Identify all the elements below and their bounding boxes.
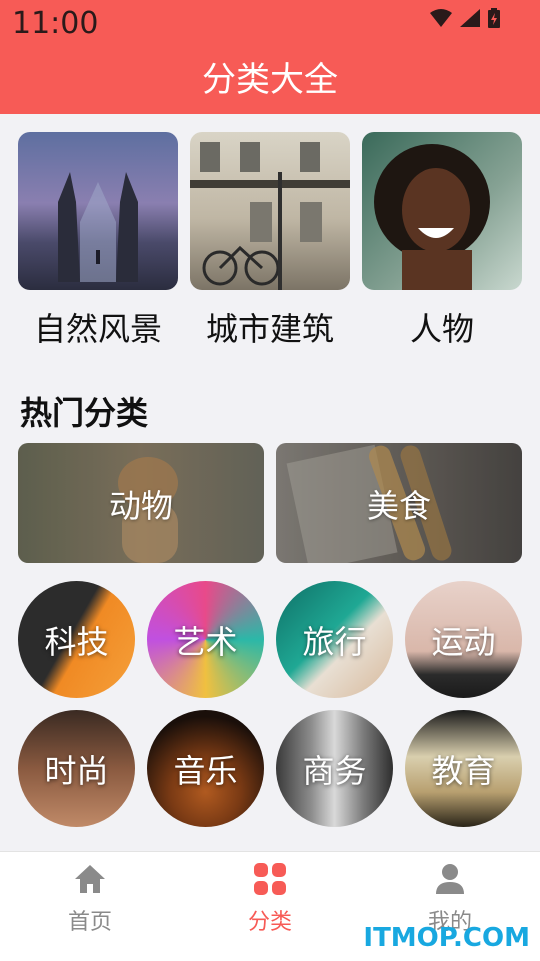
tech-label: 科技: [44, 623, 109, 661]
architecture-label: 城市建筑: [205, 310, 334, 348]
fashion-label: 时尚: [44, 752, 109, 790]
travel-label: 旅行: [302, 623, 367, 661]
education-circle[interactable]: 教育: [405, 710, 522, 827]
hot-section-title: 热门分类: [20, 394, 149, 432]
building-image: [190, 142, 350, 290]
travel-circle[interactable]: 旅行: [276, 581, 393, 698]
status-time: 11:00: [12, 6, 99, 41]
watermark: ITMOP.COM: [363, 923, 530, 953]
app-header: 11:00 分类大全: [0, 0, 540, 114]
battery-icon: [488, 8, 500, 28]
architecture-card[interactable]: [190, 132, 350, 290]
business-circle[interactable]: 商务: [276, 710, 393, 827]
food-label: 美食: [366, 487, 431, 525]
fashion-circle[interactable]: 时尚: [18, 710, 135, 827]
art-circle[interactable]: 艺术: [147, 581, 264, 698]
nav-home[interactable]: 首页: [0, 862, 180, 936]
temple-gate-image: [58, 172, 138, 282]
home-icon: [75, 865, 105, 893]
sports-label: 运动: [431, 623, 496, 661]
people-card[interactable]: [362, 132, 522, 290]
status-icons: [430, 8, 500, 28]
nature-card[interactable]: [18, 132, 178, 290]
people-label: 人物: [409, 310, 474, 348]
education-label: 教育: [431, 752, 496, 790]
page-title: 分类大全: [202, 60, 338, 100]
art-label: 艺术: [173, 623, 238, 661]
music-label: 音乐: [173, 752, 238, 790]
signal-icon: [460, 9, 480, 27]
tech-circle[interactable]: 科技: [18, 581, 135, 698]
wifi-icon: [430, 9, 452, 27]
food-card[interactable]: 美食: [276, 443, 522, 563]
animals-label: 动物: [108, 487, 173, 525]
animals-card[interactable]: 动物: [18, 443, 264, 563]
business-label: 商务: [302, 752, 367, 790]
nav-category[interactable]: 分类: [180, 862, 360, 936]
sports-circle[interactable]: 运动: [405, 581, 522, 698]
portrait-image: [374, 144, 490, 290]
music-circle[interactable]: 音乐: [147, 710, 264, 827]
nav-category-label: 分类: [247, 910, 292, 935]
nature-label: 自然风景: [33, 310, 162, 348]
bottom-nav: 首页 分类 我的 ITMOP.COM: [0, 851, 540, 961]
user-icon: [436, 864, 464, 894]
grid-icon: [254, 863, 286, 895]
nav-home-label: 首页: [67, 910, 112, 935]
